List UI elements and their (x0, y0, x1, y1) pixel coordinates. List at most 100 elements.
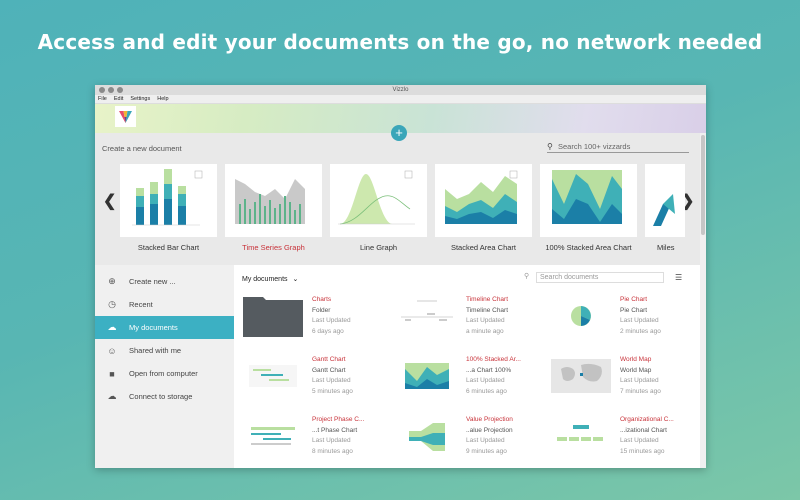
template-card-stacked-area[interactable]: Stacked Area Chart (435, 164, 532, 252)
template-gallery: Create a new document ⚲ Search 100+ vizz… (95, 133, 700, 265)
headline: Access and edit your documents on the go… (37, 30, 763, 54)
document-meta: Last Updated (312, 317, 351, 324)
vizzard-search-input[interactable]: ⚲ Search 100+ vizzards (547, 141, 689, 153)
sidebar-item-my-documents[interactable]: ☁ My documents (95, 316, 240, 339)
document-name: Timeline Chart (466, 296, 509, 303)
document-name: Charts (312, 296, 332, 303)
document-time: 6 days ago (312, 327, 344, 335)
document-name: Organizational C... (620, 416, 674, 423)
people-icon: ☺ (107, 345, 117, 356)
stacked-area-thumbnail (397, 355, 457, 397)
menu-help[interactable]: Help (157, 95, 168, 103)
menu-bar: File Edit Settings Help (95, 95, 706, 104)
template-thumbnail (435, 164, 532, 237)
document-meta: Last Updated (620, 377, 659, 384)
create-new-label: Create a new document (102, 144, 182, 153)
title-bar: Vizzlo (95, 85, 706, 95)
document-item[interactable]: Value Projection ..alue Projection Last … (397, 415, 547, 468)
list-view-icon[interactable]: ☰ (675, 273, 682, 282)
sidebar-item-recent[interactable]: ◷ Recent (95, 293, 234, 316)
documents-filter-dropdown[interactable]: My documents ⌄ (242, 275, 298, 283)
template-card-time-series[interactable]: Time Series Graph (225, 164, 322, 252)
document-meta: Last Updated (620, 437, 659, 444)
document-type: ..alue Projection (466, 426, 513, 434)
window-controls (99, 87, 123, 93)
document-meta: Last Updated (466, 317, 505, 324)
gantt-thumbnail (243, 355, 303, 397)
minimize-window-button[interactable] (108, 87, 114, 93)
vizzlo-logo[interactable] (115, 106, 136, 127)
document-time: 15 minutes ago (620, 447, 665, 455)
template-thumbnail (645, 164, 685, 237)
close-window-button[interactable] (99, 87, 105, 93)
sidebar-item-label: Create new ... (129, 277, 176, 286)
document-time: 9 minutes ago (466, 447, 507, 455)
document-time: 7 minutes ago (620, 387, 661, 395)
template-card-label: Time Series Graph (242, 243, 305, 252)
template-card-label: Line Graph (359, 243, 398, 252)
sidebar-item-label: Connect to storage (129, 392, 193, 401)
menu-settings[interactable]: Settings (130, 95, 150, 103)
document-item[interactable]: Gantt Chart Gantt Chart Last Updated 5 m… (243, 355, 393, 411)
sidebar: ⊕ Create new ... ◷ Recent ☁ My documents… (95, 265, 240, 468)
menu-edit[interactable]: Edit (114, 95, 123, 103)
template-card-label: Stacked Area Chart (450, 243, 517, 252)
document-type: Folder (312, 306, 331, 314)
org-chart-thumbnail (551, 415, 611, 457)
document-time: a minute ago (466, 327, 504, 335)
documents-search-input[interactable]: Search documents (536, 272, 664, 283)
sidebar-item-label: Open from computer (129, 369, 198, 378)
cloud-icon: ☁ (107, 322, 117, 332)
sidebar-item-create-new[interactable]: ⊕ Create new ... (95, 270, 234, 293)
folder-icon: ■ (109, 368, 115, 379)
maximize-window-button[interactable] (117, 87, 123, 93)
menu-file[interactable]: File (98, 95, 107, 103)
chevron-down-icon: ⌄ (292, 276, 299, 283)
world-map-thumbnail (551, 355, 611, 397)
document-meta: Last Updated (466, 437, 505, 444)
template-card-miles[interactable]: Miles (645, 164, 685, 252)
sidebar-item-connect-storage[interactable]: ☁ Connect to storage (95, 385, 234, 408)
document-type: World Map (620, 366, 652, 374)
document-item[interactable]: Pie Chart Pie Chart Last Updated 2 minut… (551, 295, 701, 351)
add-document-button[interactable]: + (391, 125, 407, 141)
document-type: Gantt Chart (312, 366, 346, 374)
document-time: 5 minutes ago (312, 387, 353, 395)
document-type: ...a Chart 100% (466, 366, 512, 374)
project-phase-thumbnail (243, 415, 303, 457)
template-card-stacked-bar[interactable]: Stacked Bar Chart (120, 164, 217, 252)
pie-thumbnail (551, 295, 611, 337)
sidebar-item-shared[interactable]: ☺ Shared with me (95, 339, 234, 362)
document-name: 100% Stacked Ar... (466, 356, 521, 363)
sidebar-item-label: My documents (129, 323, 178, 332)
search-icon: ⚲ (524, 273, 530, 280)
document-name: Pie Chart (620, 296, 648, 303)
sidebar-item-label: Recent (129, 300, 153, 309)
document-item[interactable]: Timeline Chart Timeline Chart Last Updat… (397, 295, 547, 351)
template-card-line-graph[interactable]: Line Graph (330, 164, 427, 252)
document-meta: Last Updated (312, 437, 351, 444)
template-thumbnail (120, 164, 217, 237)
value-projection-thumbnail (397, 415, 457, 457)
folder-thumbnail (243, 295, 303, 337)
template-thumbnail (225, 164, 322, 237)
document-time: 8 minutes ago (312, 447, 353, 455)
document-item[interactable]: Project Phase C... ...t Phase Chart Last… (243, 415, 393, 468)
template-card-label: 100% Stacked Area Chart (545, 243, 632, 252)
cloud-icon: ☁ (107, 391, 117, 401)
document-type: ...t Phase Chart (312, 426, 358, 434)
document-item[interactable]: Charts Folder Last Updated 6 days ago (243, 295, 393, 351)
carousel-prev-arrow[interactable]: ❮ (103, 191, 116, 211)
document-meta: Last Updated (466, 377, 505, 384)
document-item[interactable]: World Map World Map Last Updated 7 minut… (551, 355, 701, 411)
template-card-100-stacked-area[interactable]: 100% Stacked Area Chart (540, 164, 637, 252)
document-name: Gantt Chart (312, 356, 346, 363)
document-item[interactable]: Organizational C... ...izational Chart L… (551, 415, 701, 468)
template-card-label: Miles (657, 243, 675, 252)
scrollbar-thumb[interactable] (701, 135, 705, 235)
document-meta: Last Updated (312, 377, 351, 384)
sidebar-item-open-computer[interactable]: ■ Open from computer (95, 362, 234, 385)
document-item[interactable]: 100% Stacked Ar... ...a Chart 100% Last … (397, 355, 547, 411)
scrollbar[interactable] (700, 133, 706, 468)
app-window: Vizzlo File Edit Settings Help + Create … (95, 85, 706, 468)
